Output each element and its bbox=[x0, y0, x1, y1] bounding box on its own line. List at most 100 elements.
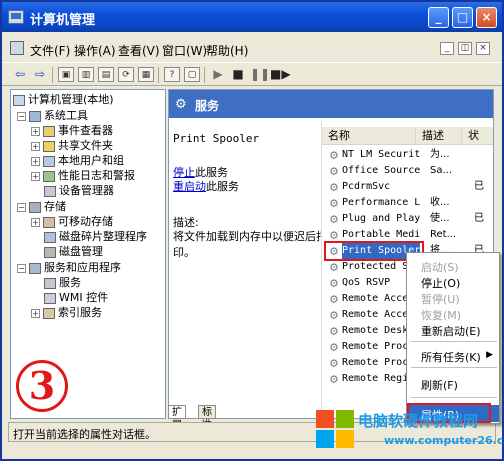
minimize-button[interactable]: _ bbox=[428, 7, 449, 28]
service-row[interactable]: ⚙Performance Lo... 收... bbox=[322, 195, 493, 211]
close-button[interactable]: × bbox=[476, 7, 497, 28]
properties-icon[interactable]: ▤ bbox=[98, 67, 114, 82]
stop-icon[interactable]: ■ bbox=[230, 67, 246, 82]
tree-node-indexing[interactable]: + 索引服务 bbox=[31, 305, 102, 320]
tree-node-label: WMI 控件 bbox=[59, 291, 109, 304]
expand-icon[interactable]: + bbox=[31, 126, 40, 136]
menu-help[interactable]: 帮助(H) bbox=[206, 42, 248, 59]
tree-node-removable-storage[interactable]: + 可移动存储 bbox=[31, 214, 113, 229]
restart-service-action: 重启动此服务 bbox=[173, 178, 239, 194]
tree-node-label: 事件查看器 bbox=[58, 124, 113, 137]
tree-node-label: 服务 bbox=[59, 276, 81, 289]
service-row[interactable]: ⚙ PcdrmSvc 已 bbox=[322, 179, 493, 195]
tree-node-system-tools[interactable]: − 系统工具 bbox=[17, 108, 88, 123]
tree-node-label: 索引服务 bbox=[58, 306, 102, 319]
column-header-name[interactable]: 名称 bbox=[322, 127, 416, 145]
restart-icon[interactable]: ■▶ bbox=[270, 67, 291, 82]
service-gear-icon: ⚙ bbox=[329, 293, 339, 306]
service-row[interactable]: ⚙ Plug and Play 使... 已 bbox=[322, 211, 493, 227]
mdi-close-button[interactable]: × bbox=[476, 42, 490, 55]
expand-icon[interactable]: + bbox=[31, 141, 40, 151]
forward-arrow-icon[interactable]: ⇨ bbox=[32, 67, 48, 82]
toolbar-separator bbox=[158, 67, 159, 83]
tree-node-event-viewer[interactable]: + 事件查看器 bbox=[31, 123, 113, 138]
menu-item-resume[interactable]: 恢复(M) bbox=[421, 307, 461, 323]
service-gear-icon: ⚙ bbox=[329, 149, 339, 162]
menu-item-stop[interactable]: 停止(O) bbox=[421, 275, 460, 291]
column-header-status[interactable]: 状 bbox=[462, 127, 493, 145]
menu-action[interactable]: 操作(A) bbox=[74, 42, 116, 59]
back-arrow-icon[interactable]: ⇦ bbox=[12, 67, 28, 82]
service-name: PcdrmSvc bbox=[342, 181, 391, 192]
service-gear-icon: ⚙ bbox=[329, 357, 339, 370]
tree-node-storage[interactable]: − 存储 bbox=[17, 199, 66, 214]
tree-node-services[interactable]: 服务 bbox=[44, 275, 81, 290]
menu-window[interactable]: 窗口(W) bbox=[162, 42, 207, 59]
tree-node-label: 存储 bbox=[44, 200, 66, 213]
expand-icon[interactable]: + bbox=[31, 171, 40, 181]
menu-item-all-tasks[interactable]: 所有任务(K) bbox=[421, 349, 481, 365]
users-icon bbox=[43, 155, 55, 167]
tree-node-services-apps[interactable]: − 服务和应用程序 bbox=[17, 260, 121, 275]
tree-node-disk-management[interactable]: 磁盘管理 bbox=[44, 244, 103, 259]
export-icon[interactable]: ▦ bbox=[138, 67, 154, 82]
mdi-minimize-button[interactable]: _ bbox=[440, 42, 454, 55]
defrag-icon bbox=[44, 231, 56, 243]
help-icon[interactable]: ? bbox=[164, 67, 180, 82]
tree-node-label: 性能日志和警报 bbox=[58, 169, 135, 182]
tree-node-defrag[interactable]: 磁盘碎片整理程序 bbox=[44, 229, 147, 244]
service-desc: 为... bbox=[430, 149, 450, 160]
tree-node-label: 共享文件夹 bbox=[58, 139, 113, 152]
windows-logo-icon bbox=[316, 410, 356, 450]
pause-icon[interactable]: ❚❚ bbox=[250, 67, 270, 82]
expand-icon[interactable]: + bbox=[31, 217, 40, 227]
menu-item-restart[interactable]: 重新启动(E) bbox=[421, 323, 481, 339]
menu-file[interactable]: 文件(F) bbox=[30, 42, 70, 59]
gear-icon bbox=[44, 277, 56, 289]
service-gear-icon: ⚙ bbox=[329, 325, 339, 338]
tree-node-root[interactable]: 计算机管理(本地) bbox=[13, 92, 114, 107]
expand-icon[interactable]: + bbox=[31, 156, 40, 166]
refresh-icon[interactable]: ⟳ bbox=[118, 67, 134, 82]
computer-icon bbox=[13, 94, 25, 106]
window-title: 计算机管理 bbox=[30, 13, 96, 28]
column-header-description[interactable]: 描述 bbox=[416, 127, 462, 145]
collapse-icon[interactable]: − bbox=[17, 263, 26, 273]
tree-node-local-users[interactable]: + 本地用户和组 bbox=[31, 153, 124, 168]
maximize-button[interactable]: □ bbox=[452, 7, 473, 28]
restart-service-link[interactable]: 重启动 bbox=[173, 180, 206, 193]
tree-node-label: 可移动存储 bbox=[58, 215, 113, 228]
tree-node-label: 磁盘碎片整理程序 bbox=[59, 230, 147, 243]
service-row[interactable]: ⚙NT LM Security... 为... bbox=[322, 147, 493, 163]
tree-node-wmi[interactable]: WMI 控件 bbox=[44, 290, 108, 305]
up-folder-icon[interactable]: ▣ bbox=[58, 67, 74, 82]
play-icon[interactable]: ▶ bbox=[210, 67, 226, 82]
menu-separator bbox=[411, 397, 497, 398]
tree-node-shared-folders[interactable]: + 共享文件夹 bbox=[31, 138, 113, 153]
service-row[interactable]: ⚙Office Source ... Sa... bbox=[322, 163, 493, 179]
tree-node-perf-logs[interactable]: + 性能日志和警报 bbox=[31, 168, 135, 183]
menu-view[interactable]: 查看(V) bbox=[118, 42, 160, 59]
collapse-icon[interactable]: − bbox=[17, 111, 26, 121]
pane-header: ⚙ 服务 bbox=[169, 90, 493, 118]
service-desc: Sa... bbox=[430, 165, 453, 176]
collapse-icon[interactable]: − bbox=[17, 202, 26, 212]
services-apps-icon bbox=[29, 262, 41, 274]
system-menu-icon[interactable] bbox=[10, 41, 24, 55]
console-icon[interactable]: ▢ bbox=[184, 67, 200, 82]
performance-icon bbox=[43, 170, 55, 182]
tree-node-device-manager[interactable]: 设备管理器 bbox=[44, 183, 114, 198]
console-tree-icon[interactable]: ▥ bbox=[78, 67, 94, 82]
menu-item-pause[interactable]: 暂停(U) bbox=[421, 291, 460, 307]
services-gear-icon: ⚙ bbox=[175, 97, 187, 112]
tree-node-label: 设备管理器 bbox=[59, 184, 114, 197]
menu-item-start[interactable]: 启动(S) bbox=[421, 259, 459, 275]
menu-item-refresh[interactable]: 刷新(F) bbox=[421, 377, 458, 393]
toolbar-separator bbox=[204, 67, 205, 83]
tab-extended[interactable]: 扩展 bbox=[168, 405, 186, 431]
menu-bar: 文件(F) 操作(A) 查看(V) 窗口(W) 帮助(H) _ ◫ × bbox=[2, 39, 502, 59]
mdi-restore-button[interactable]: ◫ bbox=[458, 42, 472, 55]
expand-icon[interactable]: + bbox=[31, 308, 40, 318]
tab-standard[interactable]: 标准 bbox=[198, 405, 216, 431]
service-status: 已 bbox=[474, 181, 484, 192]
